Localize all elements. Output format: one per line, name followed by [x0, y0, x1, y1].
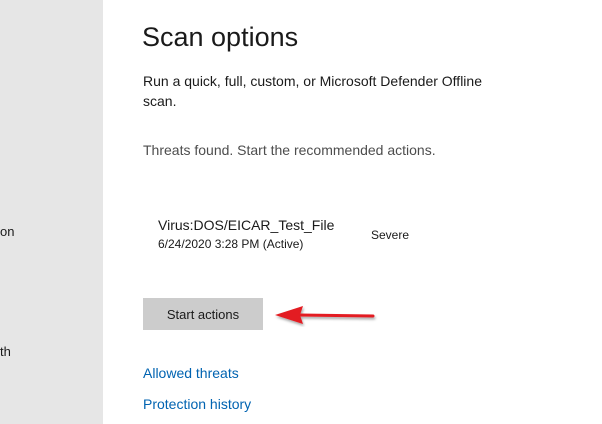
protection-history-link[interactable]: Protection history	[143, 396, 251, 412]
page-description: Run a quick, full, custom, or Microsoft …	[143, 73, 482, 109]
start-actions-button[interactable]: Start actions	[143, 298, 263, 330]
page-title: Scan options	[142, 22, 299, 52]
threat-name: Virus:DOS/EICAR_Test_File	[158, 217, 335, 233]
main-content: Scan options Run a quick, full, custom, …	[103, 0, 602, 424]
sidebar-item-label[interactable]: th	[0, 344, 11, 359]
sidebar: on th	[0, 0, 103, 424]
sidebar-item-label[interactable]: on	[0, 224, 14, 239]
threat-severity: Severe	[371, 228, 410, 242]
red-arrow-left-icon	[275, 306, 375, 324]
allowed-threats-link[interactable]: Allowed threats	[143, 365, 239, 381]
threat-date: 6/24/2020 3:28 PM (Active)	[158, 237, 304, 251]
threat-status-text: Threats found. Start the recommended act…	[143, 142, 436, 158]
threat-list-item[interactable]: Virus:DOS/EICAR_Test_File 6/24/2020 3:28…	[158, 215, 458, 255]
